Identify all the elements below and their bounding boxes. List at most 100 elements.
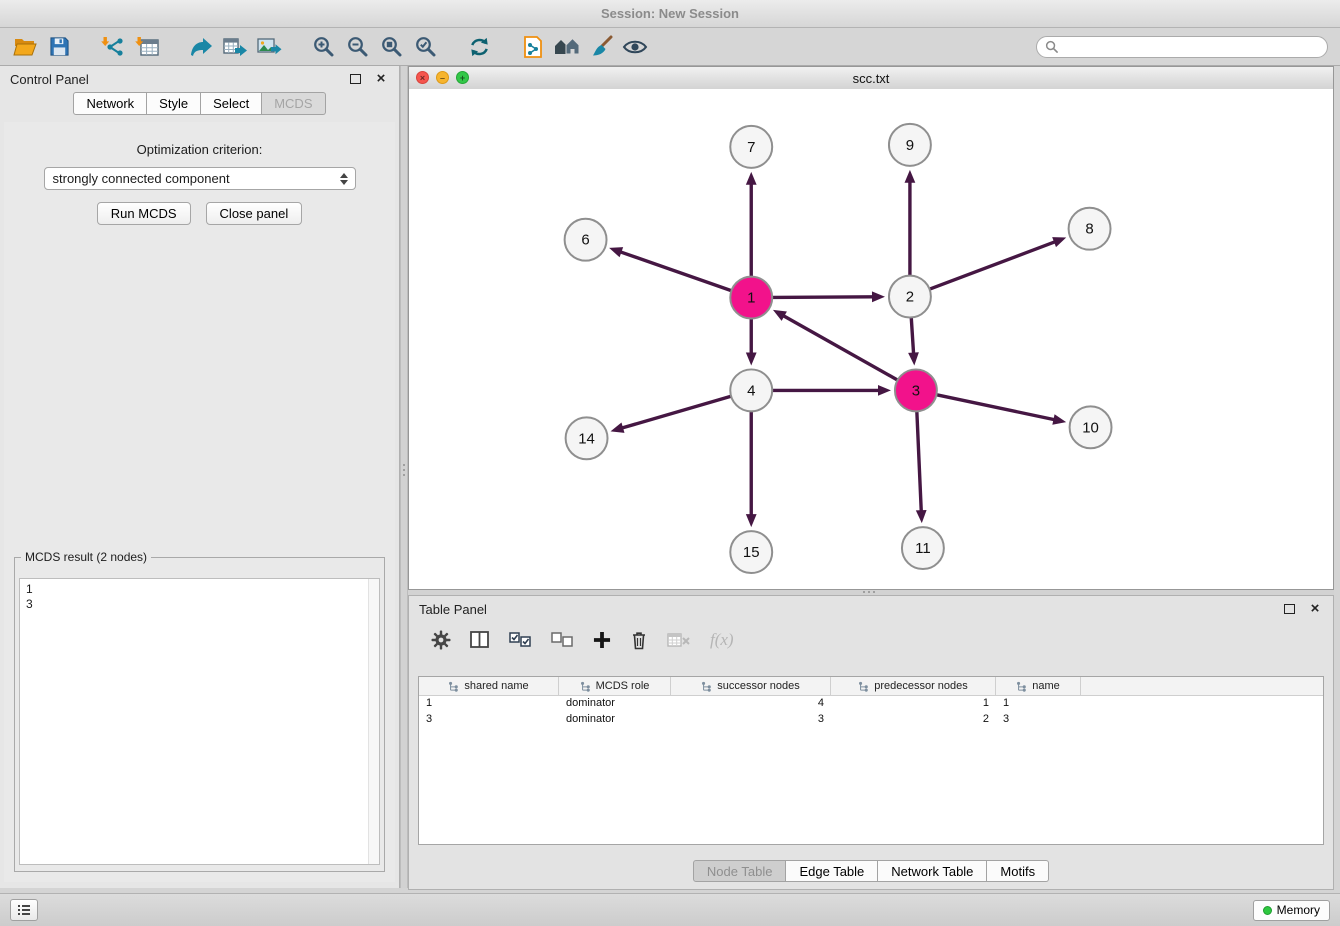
tab-select[interactable]: Select [201, 92, 262, 115]
float-table-panel-button[interactable] [1281, 601, 1297, 617]
vertical-splitter[interactable] [400, 66, 408, 888]
export-image-button[interactable] [252, 32, 286, 62]
minimize-network-button[interactable]: – [436, 71, 449, 84]
add-column-button[interactable] [593, 631, 611, 649]
close-network-button[interactable]: × [416, 71, 429, 84]
column-header-mcds-role[interactable]: MCDS role [559, 677, 671, 695]
node-7[interactable]: 7 [730, 126, 772, 168]
zoom-fit-button[interactable] [374, 32, 408, 62]
edge-3-to-1[interactable] [773, 310, 897, 380]
table-cell[interactable]: dominator [559, 696, 671, 712]
apply-style-button[interactable] [584, 32, 618, 62]
edge-1-to-2[interactable] [773, 291, 885, 302]
edge-2-to-9[interactable] [905, 170, 916, 275]
column-header-successor-nodes[interactable]: successor nodes [671, 677, 831, 695]
main-toolbar [0, 28, 1340, 66]
column-header-shared-name[interactable]: shared name [419, 677, 559, 695]
open-session-button[interactable] [8, 32, 42, 62]
float-panel-button[interactable] [347, 71, 363, 87]
node-2[interactable]: 2 [889, 276, 931, 318]
edge-2-to-8[interactable] [930, 237, 1066, 289]
import-network-button[interactable] [96, 32, 130, 62]
node-8[interactable]: 8 [1069, 208, 1111, 250]
select-all-button[interactable] [509, 632, 532, 648]
network-view-window: × – + scc.txt 7 9 6 8 1 2 4 3 14 10 15 11 [408, 66, 1334, 590]
edge-3-to-10[interactable] [937, 395, 1066, 425]
table-cell[interactable]: 3 [671, 712, 831, 728]
node-10[interactable]: 10 [1070, 406, 1112, 448]
tab-mcds[interactable]: MCDS [262, 92, 325, 115]
export-table-button[interactable] [218, 32, 252, 62]
optimization-criterion-label: Optimization criterion: [4, 142, 395, 157]
apply-layout-button[interactable] [462, 32, 496, 62]
table-cell[interactable]: 3 [419, 712, 559, 728]
show-hide-button[interactable] [618, 32, 652, 62]
edge-4-to-3[interactable] [773, 385, 891, 396]
import-table-button[interactable] [130, 32, 164, 62]
export-network-button[interactable] [184, 32, 218, 62]
edge-1-to-6[interactable] [609, 247, 730, 290]
zoom-in-button[interactable] [306, 32, 340, 62]
node-14[interactable]: 14 [566, 417, 608, 459]
network-graph[interactable]: 7 9 6 8 1 2 4 3 14 10 15 11 [409, 89, 1333, 589]
node-15[interactable]: 15 [730, 531, 772, 573]
new-network-from-selection-button[interactable] [516, 32, 550, 62]
node-4[interactable]: 4 [730, 369, 772, 411]
memory-button[interactable]: Memory [1253, 900, 1330, 921]
tab-network[interactable]: Network [73, 92, 147, 115]
zoom-out-button[interactable] [340, 32, 374, 62]
tab-network-table[interactable]: Network Table [878, 860, 987, 882]
table-row[interactable]: 3dominator323 [419, 712, 1323, 728]
trash-icon [630, 630, 648, 650]
column-header-predecessor-nodes[interactable]: predecessor nodes [831, 677, 996, 695]
node-6[interactable]: 6 [565, 219, 607, 261]
table-settings-button[interactable] [431, 630, 451, 650]
deselect-all-button[interactable] [551, 632, 574, 648]
mcds-result-box[interactable]: 1 3 [19, 578, 380, 865]
edge-2-to-3[interactable] [908, 318, 919, 365]
close-table-panel-button[interactable]: × [1307, 601, 1323, 617]
zoom-selected-button[interactable] [408, 32, 442, 62]
network-window-title: scc.txt [853, 71, 890, 86]
table-cell[interactable]: 1 [419, 696, 559, 712]
table-cell[interactable]: 3 [996, 712, 1081, 728]
search-input[interactable] [1064, 39, 1319, 55]
show-panels-button[interactable] [10, 899, 38, 921]
network-canvas[interactable]: 7 9 6 8 1 2 4 3 14 10 15 11 [409, 89, 1333, 589]
node-1[interactable]: 1 [730, 277, 772, 319]
tab-style[interactable]: Style [147, 92, 201, 115]
result-scrollbar[interactable] [368, 579, 379, 864]
tab-node-table[interactable]: Node Table [693, 860, 787, 882]
edge-1-to-4[interactable] [746, 320, 757, 366]
function-builder-button[interactable]: f(x) [710, 630, 734, 650]
tab-motifs[interactable]: Motifs [987, 860, 1049, 882]
search-box[interactable] [1036, 36, 1328, 58]
edge-3-to-11[interactable] [916, 412, 927, 523]
save-session-button[interactable] [42, 32, 76, 62]
table-row[interactable]: 1dominator411 [419, 696, 1323, 712]
zoom-in-icon [312, 35, 335, 58]
table-cell[interactable]: 1 [831, 696, 996, 712]
table-cell[interactable]: 4 [671, 696, 831, 712]
tab-edge-table[interactable]: Edge Table [786, 860, 878, 882]
edge-1-to-7[interactable] [746, 172, 757, 276]
node-11[interactable]: 11 [902, 527, 944, 569]
table-cell[interactable]: 1 [996, 696, 1081, 712]
run-mcds-button[interactable]: Run MCDS [97, 202, 191, 225]
close-panel-x-button[interactable]: × [373, 71, 389, 87]
delete-column-button[interactable] [630, 630, 648, 650]
close-panel-button[interactable]: Close panel [206, 202, 303, 225]
edge-4-to-15[interactable] [746, 412, 757, 527]
optimization-criterion-select[interactable]: strongly connected component [44, 167, 356, 190]
table-cell[interactable]: dominator [559, 712, 671, 728]
column-header-name[interactable]: name [996, 677, 1081, 695]
show-columns-button[interactable] [470, 631, 490, 649]
delete-table-button[interactable] [667, 632, 691, 648]
maximize-network-button[interactable]: + [456, 71, 469, 84]
first-neighbors-button[interactable] [550, 32, 584, 62]
node-3[interactable]: 3 [895, 369, 937, 411]
edge-4-to-14[interactable] [611, 397, 731, 433]
node-9[interactable]: 9 [889, 124, 931, 166]
table-cell[interactable]: 2 [831, 712, 996, 728]
import-table-icon [134, 35, 160, 59]
